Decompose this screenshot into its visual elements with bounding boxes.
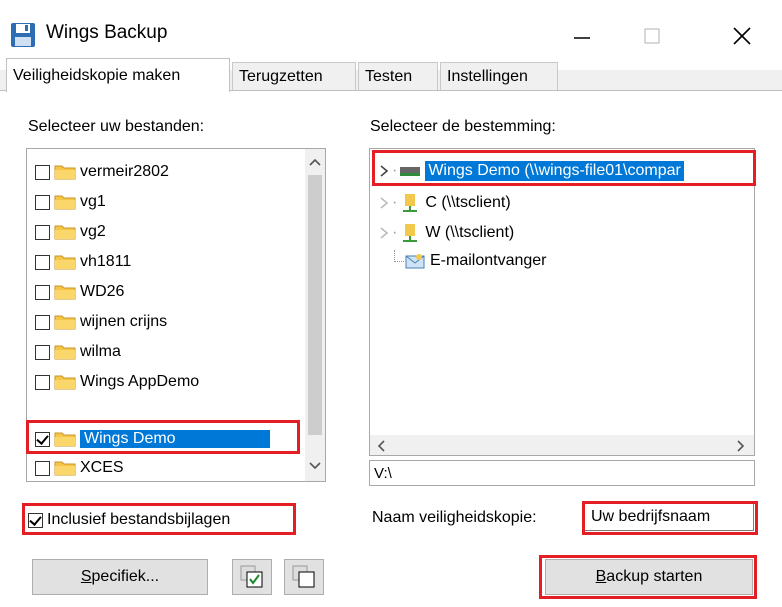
minimize-button[interactable]	[552, 14, 612, 58]
list-scrollbar[interactable]	[305, 149, 325, 481]
maximize-icon	[644, 28, 660, 44]
destination-path: V:\	[369, 460, 755, 486]
folder-icon	[54, 225, 76, 240]
expand-chevron-icon[interactable]	[378, 196, 390, 210]
list-item[interactable]: vg2	[35, 217, 321, 247]
minimize-icon	[574, 37, 590, 39]
item-label: vg2	[80, 223, 106, 240]
close-icon	[733, 27, 751, 45]
select-all-button[interactable]	[232, 559, 272, 595]
item-label: wijnen crijns	[80, 313, 168, 330]
item-checkbox[interactable]	[35, 194, 50, 210]
item-label: vermeir2802	[80, 163, 169, 180]
email-recipient-icon	[405, 254, 425, 269]
list-item-selected[interactable]: Wings Demo	[35, 424, 321, 454]
folder-icon	[54, 345, 76, 360]
include-attachments-check[interactable]	[28, 512, 43, 528]
destination-label: Selecteer de bestemming:	[370, 118, 556, 135]
deselect-all-button[interactable]	[284, 559, 324, 595]
maximize-button[interactable]	[622, 14, 682, 58]
item-checkbox[interactable]	[35, 460, 50, 476]
shared-drive-icon	[403, 224, 418, 242]
folder-icon	[54, 195, 76, 210]
scroll-up-icon[interactable]	[309, 157, 321, 167]
window-title: Wings Backup	[46, 22, 168, 43]
scroll-down-icon[interactable]	[309, 461, 321, 471]
folder-icon	[54, 432, 76, 447]
tab-restore[interactable]: Terugzetten	[232, 62, 356, 90]
backup-name-input[interactable]: Uw bedrijfsnaam	[584, 503, 754, 531]
expand-chevron-icon[interactable]	[378, 164, 390, 178]
list-item[interactable]: vg1	[35, 187, 321, 217]
folder-icon	[54, 315, 76, 330]
check-all-icon	[240, 565, 263, 588]
item-checkbox-checked[interactable]	[35, 431, 50, 447]
folder-icon	[54, 165, 76, 180]
tree-item-label: C (\\tsclient)	[425, 194, 511, 211]
tree-item[interactable]: · W (\\tsclient)	[378, 219, 514, 247]
item-checkbox[interactable]	[35, 284, 50, 300]
tree-item-label: Wings Demo (\\wings-file01\compar	[425, 161, 684, 181]
scroll-right-icon[interactable]	[736, 440, 746, 452]
tree-horizontal-scrollbar[interactable]	[370, 435, 754, 455]
destination-tree[interactable]: · Wings Demo (\\wings-file01\compar · C …	[369, 148, 755, 456]
folder-icon	[54, 461, 76, 476]
uncheck-all-icon	[292, 565, 315, 588]
app-floppy-icon	[11, 23, 35, 47]
expand-chevron-icon[interactable]	[378, 226, 390, 240]
tree-item-label: E-mailontvanger	[430, 252, 547, 269]
item-checkbox[interactable]	[35, 374, 50, 390]
tab-settings[interactable]: Instellingen	[440, 62, 558, 90]
list-item[interactable]: vh1811	[35, 247, 321, 277]
scroll-left-icon[interactable]	[376, 440, 386, 452]
tab-backup[interactable]: Veiligheidskopie maken	[6, 58, 230, 92]
tree-item-label: W (\\tsclient)	[425, 224, 515, 241]
include-attachments-checkbox[interactable]: Inclusief bestandsbijlagen	[28, 511, 230, 529]
item-checkbox[interactable]	[35, 254, 50, 270]
item-label: wilma	[80, 343, 121, 360]
tree-item-selected[interactable]: · Wings Demo (\\wings-file01\compar	[378, 157, 684, 185]
item-label: Wings Demo	[80, 430, 270, 448]
item-label: vg1	[80, 193, 106, 210]
item-checkbox[interactable]	[35, 164, 50, 180]
folder-icon	[54, 285, 76, 300]
list-item[interactable]: wijnen crijns	[35, 307, 321, 337]
list-item[interactable]: wilma	[35, 337, 321, 367]
list-item[interactable]: XCES	[35, 453, 321, 481]
folder-icon	[54, 375, 76, 390]
item-label: Wings AppDemo	[80, 373, 200, 390]
tab-bar: Veiligheidskopie maken Terugzetten Teste…	[0, 56, 782, 92]
source-file-list[interactable]: vermeir2802 vg1 vg2 vh1811 WD26 wijnen c…	[26, 148, 326, 482]
scroll-thumb[interactable]	[308, 175, 322, 435]
specific-button[interactable]: Specifiek...	[32, 559, 208, 595]
item-checkbox[interactable]	[35, 314, 50, 330]
list-item[interactable]: WD26	[35, 277, 321, 307]
item-checkbox[interactable]	[35, 224, 50, 240]
item-checkbox[interactable]	[35, 344, 50, 360]
start-backup-button[interactable]: Backup starten	[545, 559, 753, 595]
folder-icon	[54, 255, 76, 270]
tab-test[interactable]: Testen	[358, 62, 438, 90]
tree-item[interactable]: E-mailontvanger	[394, 247, 547, 275]
item-label: XCES	[80, 459, 124, 476]
list-item[interactable]: vermeir2802	[35, 157, 321, 187]
backup-name-label: Naam veiligheidskopie:	[372, 509, 537, 526]
include-attachments-label: Inclusief bestandsbijlagen	[47, 511, 231, 528]
item-label: WD26	[80, 283, 125, 300]
source-label: Selecteer uw bestanden:	[28, 118, 205, 135]
close-button[interactable]	[712, 14, 772, 58]
tree-item[interactable]: · C (\\tsclient)	[378, 189, 511, 217]
item-label: vh1811	[80, 253, 132, 270]
list-item[interactable]: Wings AppDemo	[35, 367, 321, 397]
network-drive-icon	[400, 167, 421, 176]
shared-drive-icon	[403, 194, 418, 212]
